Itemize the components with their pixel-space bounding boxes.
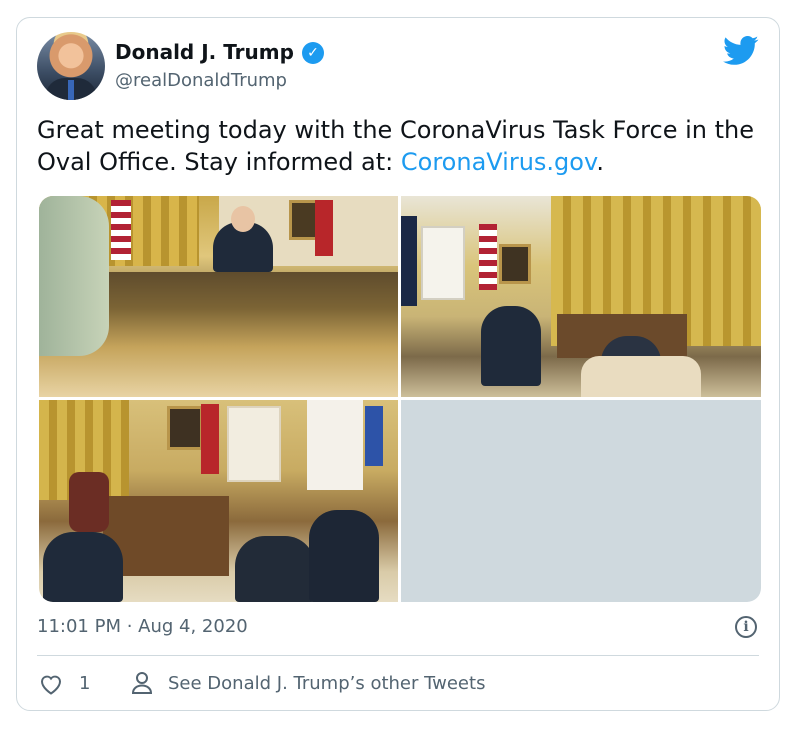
- photo-4-placeholder: [401, 400, 761, 602]
- tweet-text: Great meeting today with the CoronaVirus…: [37, 114, 762, 178]
- portrait-shape: [499, 244, 531, 284]
- chair-shape: [69, 472, 109, 532]
- other-tweets-link[interactable]: See Donald J. Trump’s other Tweets: [168, 673, 485, 694]
- person-shape: [43, 532, 123, 602]
- verified-badge-icon: ✓: [302, 42, 324, 64]
- like-count[interactable]: 1: [79, 673, 90, 694]
- tweet-card: Donald J. Trump ✓ @realDonaldTrump Great…: [16, 17, 780, 711]
- sofa-shape: [581, 356, 701, 397]
- green-sleeve-shape: [39, 196, 109, 356]
- head-shape: [231, 206, 255, 232]
- door-shape: [307, 400, 363, 490]
- portrait-shape: [167, 406, 203, 450]
- media-grid: [39, 196, 761, 602]
- photo-3[interactable]: [39, 400, 398, 602]
- person-shape: [235, 536, 315, 602]
- avatar[interactable]: [37, 32, 105, 100]
- flag-shape: [111, 200, 131, 260]
- photo-2[interactable]: [401, 196, 761, 397]
- author-name[interactable]: Donald J. Trump: [115, 40, 294, 64]
- tweet-text-end: .: [596, 148, 604, 176]
- person-shape: [309, 510, 379, 602]
- timestamp[interactable]: 11:01 PM · Aug 4, 2020: [37, 616, 248, 637]
- dark-flag-shape: [401, 216, 417, 306]
- window-shape: [421, 226, 465, 300]
- person-shape: [481, 306, 541, 386]
- photo-1[interactable]: [39, 196, 398, 397]
- twitter-bird-icon[interactable]: [723, 36, 759, 66]
- person-icon[interactable]: [131, 671, 153, 695]
- blue-flag-shape: [365, 406, 383, 466]
- tweet-text-main: Great meeting today with the CoronaVirus…: [37, 116, 754, 176]
- red-flag-shape: [315, 200, 333, 256]
- heart-icon[interactable]: [39, 673, 63, 695]
- tweet-link[interactable]: CoronaVirus.gov: [401, 148, 596, 176]
- flag-shape: [479, 224, 497, 290]
- divider: [37, 655, 759, 656]
- avatar-tie: [68, 80, 74, 100]
- bookcase-shape: [227, 406, 281, 482]
- info-icon[interactable]: i: [735, 616, 757, 638]
- author-handle[interactable]: @realDonaldTrump: [115, 70, 287, 91]
- red-flag-shape: [201, 404, 219, 474]
